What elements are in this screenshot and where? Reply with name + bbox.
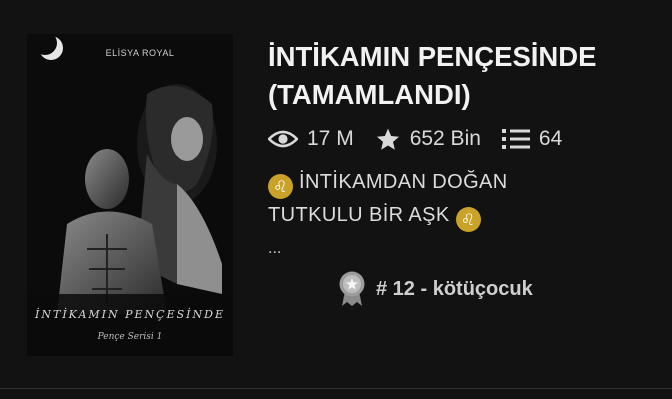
book-cover[interactable]: ELİSYA ROYAL İNTİKAMIN PENÇESİNDE Pençe …	[27, 34, 233, 356]
award-badge-icon	[338, 271, 366, 307]
card-divider	[0, 388, 672, 389]
story-title[interactable]: İNTİKAMIN PENÇESİNDE (TAMAMLANDI)	[268, 38, 663, 114]
story-card: ELİSYA ROYAL İNTİKAMIN PENÇESİNDE Pençe …	[0, 0, 672, 386]
description-text-2: TUTKULU BİR AŞK	[268, 204, 450, 226]
parts-count: 64	[538, 127, 563, 150]
description-line-2: TUTKULU BİR AŞK ♌	[268, 199, 568, 232]
leo-emoji-icon: ♌	[268, 174, 293, 199]
eye-icon	[268, 129, 298, 149]
ranking-badge[interactable]: # 12 - kötüçocuk	[338, 271, 533, 307]
description-line-1: ♌ İNTİKAMDAN DOĞAN	[268, 166, 568, 199]
votes-count: 652 Bin	[409, 127, 481, 150]
leo-emoji-icon: ♌	[455, 207, 481, 232]
votes-stat: 652 Bin	[375, 127, 481, 152]
star-icon	[375, 127, 401, 152]
reads-stat: 17 M	[268, 127, 354, 151]
ranking-text: # 12 - kötüçocuk	[376, 277, 533, 300]
story-stats: 17 M 652 Bin 64	[268, 124, 562, 154]
description-text-1: İNTİKAMDAN DOĞAN	[299, 171, 508, 193]
parts-stat: 64	[501, 127, 563, 151]
cover-title: İNTİKAMIN PENÇESİNDE	[35, 308, 225, 321]
description-ellipsis: ...	[268, 240, 282, 257]
list-icon	[501, 128, 530, 150]
story-description: ♌ İNTİKAMDAN DOĞAN TUTKULU BİR AŞK ♌	[268, 166, 568, 232]
cover-series: Pençe Serisi 1	[97, 332, 163, 342]
reads-count: 17 M	[307, 127, 354, 150]
cover-author: ELİSYA ROYAL	[105, 48, 175, 58]
